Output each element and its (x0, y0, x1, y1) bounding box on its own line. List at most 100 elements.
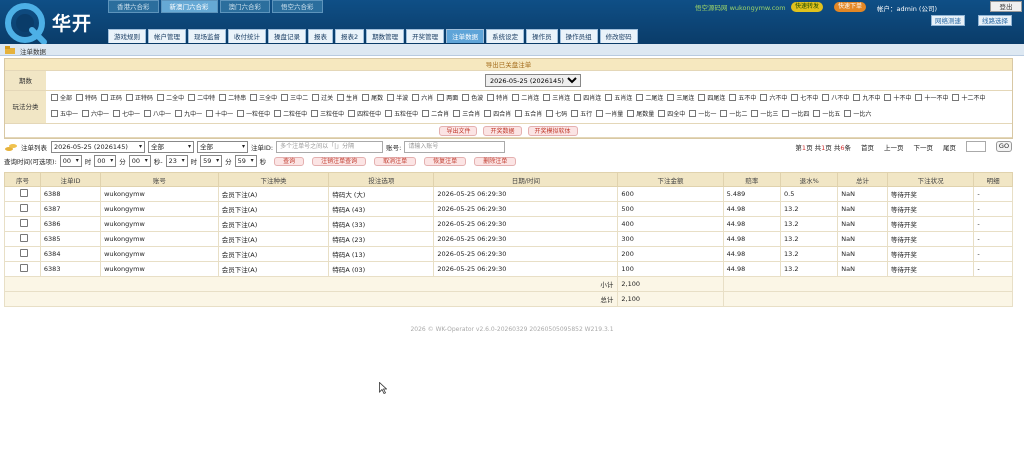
playtype-option[interactable]: 三粒任中 (311, 108, 344, 119)
nav-tab[interactable]: 现场监督 (188, 29, 226, 43)
playtype-option[interactable]: 二粒任中 (274, 108, 307, 119)
lottery-tab[interactable]: 悟空六合彩 (272, 0, 323, 13)
row-checkbox[interactable] (19, 219, 28, 227)
playtype-option[interactable]: 三肖连 (543, 92, 570, 103)
checkbox[interactable] (658, 109, 666, 117)
checkbox[interactable] (487, 94, 495, 101)
logout-button[interactable]: 登出 (990, 1, 1022, 12)
checkbox[interactable] (274, 109, 282, 117)
playtype-option[interactable]: 五行 (571, 108, 592, 119)
playtype-option[interactable]: 特肖 (487, 92, 508, 103)
playtype-option[interactable]: 十中一 (206, 108, 233, 119)
checkbox[interactable] (437, 94, 445, 101)
playtype-option[interactable]: 五肖连 (605, 92, 632, 103)
checkbox[interactable] (113, 109, 121, 117)
nav-tab[interactable]: 注单数据 (446, 29, 485, 43)
lottery-tab[interactable]: 澳门六合彩 (219, 0, 270, 13)
playtype-option[interactable]: 一比五 (813, 108, 840, 119)
playtype-option[interactable]: 三中二 (281, 92, 308, 103)
checkbox[interactable] (574, 94, 582, 101)
checkbox[interactable] (571, 109, 579, 117)
nav-tab[interactable]: 帐户管理 (148, 29, 186, 43)
playtype-option[interactable]: 四粒任中 (348, 108, 381, 119)
checkbox[interactable] (387, 94, 395, 101)
playtype-option[interactable]: 一肖量 (596, 108, 623, 119)
playtype-option[interactable]: 七码 (546, 108, 567, 119)
checkbox[interactable] (362, 94, 370, 101)
page-input[interactable] (966, 141, 986, 152)
type-select-1[interactable]: 全部 (148, 141, 194, 153)
checkbox[interactable] (729, 94, 737, 101)
playtype-option[interactable]: 十不中 (884, 92, 911, 103)
checkbox[interactable] (605, 94, 613, 101)
playtype-option[interactable]: 二全中 (157, 92, 184, 103)
playtype-option[interactable]: 二特串 (219, 92, 246, 103)
line-select-button[interactable]: 线路选择 (978, 15, 1012, 26)
checkbox[interactable] (76, 94, 84, 101)
nav-tab[interactable]: 收付统计 (228, 29, 266, 43)
query-action-button[interactable]: 删除注单 (474, 156, 517, 166)
playtype-option[interactable]: 全部 (51, 92, 72, 103)
checkbox[interactable] (157, 94, 165, 101)
playtype-option[interactable]: 五粒任中 (385, 108, 418, 119)
playtype-option[interactable]: 尾数量 (627, 108, 654, 119)
account-input[interactable]: 请输入账号 (404, 141, 506, 153)
row-select-cell[interactable] (4, 186, 41, 202)
net-speed-button[interactable]: 网络测速 (931, 15, 965, 26)
playtype-option[interactable]: 十一不中 (915, 92, 948, 103)
prev-page-link[interactable]: 上一页 (884, 142, 904, 152)
playtype-option[interactable]: 一比四 (782, 108, 809, 119)
checkbox[interactable] (385, 109, 393, 117)
table-row[interactable]: 6387 wukongymw 会员下注(A) 特码A (43) 2026-05-25 0… (4, 201, 1013, 217)
playtype-option[interactable]: 八不中 (822, 92, 849, 103)
nav-tab[interactable]: 期数管理 (366, 29, 405, 43)
checkbox[interactable] (698, 94, 706, 101)
lottery-tab[interactable]: 香港六合彩 (108, 0, 159, 13)
row-select-cell[interactable] (4, 261, 41, 277)
checkbox[interactable] (484, 109, 492, 117)
export-action-button[interactable]: 导出文件 (439, 125, 478, 136)
nav-tab[interactable]: 报表2 (335, 29, 365, 43)
playtype-option[interactable]: 正码 (101, 92, 122, 103)
checkbox[interactable] (720, 109, 728, 117)
checkbox[interactable] (311, 109, 319, 117)
playtype-option[interactable]: 七不中 (791, 92, 818, 103)
go-button[interactable]: GO (996, 141, 1012, 152)
checkbox[interactable] (337, 94, 345, 101)
quick-forward-button[interactable]: 快速转发 (791, 2, 824, 12)
playtype-option[interactable]: 正特码 (126, 92, 153, 103)
playtype-option[interactable]: 一比三 (751, 108, 778, 119)
table-row[interactable]: 6386 wukongymw 会员下注(A) 特码A (33) 2026-05-25 0… (4, 216, 1013, 232)
table-row[interactable]: 6383 wukongymw 会员下注(A) 特码A (03) 2026-05-25 0… (4, 261, 1013, 277)
period-select[interactable]: 2026-05-25 (2026145) (485, 74, 581, 87)
row-select-cell[interactable] (4, 201, 41, 217)
nav-tab[interactable]: 操盘记录 (268, 29, 306, 43)
export-action-button[interactable]: 开奖数据 (483, 125, 522, 136)
row-checkbox[interactable] (19, 249, 28, 257)
playtype-option[interactable]: 一比六 (844, 108, 871, 119)
checkbox[interactable] (751, 109, 759, 117)
playtype-option[interactable]: 四肖连 (574, 92, 601, 103)
row-checkbox[interactable] (19, 234, 28, 242)
playtype-option[interactable]: 一比二 (720, 108, 747, 119)
checkbox[interactable] (543, 94, 551, 101)
quick-bet-button[interactable]: 快速下单 (834, 2, 867, 12)
checkbox[interactable] (791, 94, 799, 101)
checkbox[interactable] (760, 94, 768, 101)
first-page-link[interactable]: 首页 (861, 142, 874, 152)
playtype-option[interactable]: 尾数 (362, 92, 383, 103)
checkbox[interactable] (667, 94, 675, 101)
nav-tab[interactable]: 修改密码 (599, 29, 638, 43)
checkbox[interactable] (884, 94, 892, 101)
bet-id-input[interactable]: 多个注单号之间以「|」分隔 (276, 141, 384, 153)
checkbox[interactable] (515, 109, 523, 117)
checkbox[interactable] (689, 109, 697, 117)
next-page-link[interactable]: 下一页 (914, 142, 934, 152)
playtype-option[interactable]: 八中一 (144, 108, 171, 119)
checkbox[interactable] (596, 109, 604, 117)
checkbox[interactable] (188, 94, 196, 101)
playtype-option[interactable]: 九不中 (853, 92, 880, 103)
checkbox[interactable] (82, 109, 90, 117)
row-select-cell[interactable] (4, 216, 41, 232)
checkbox[interactable] (952, 94, 960, 101)
